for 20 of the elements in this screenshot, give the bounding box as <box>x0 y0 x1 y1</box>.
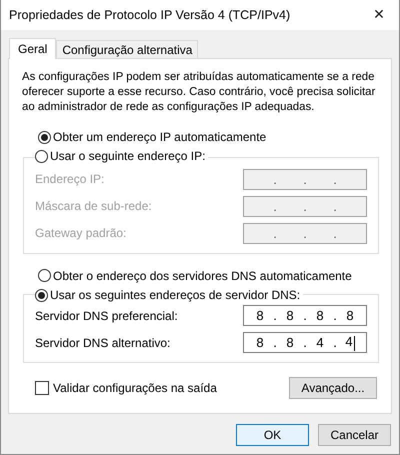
tab[interactable]: Geral <box>9 38 56 59</box>
description-text: As configurações IP podem ser atribuídas automaticamente se a rede oferecer suporte a esse recurso. Caso contrário, você precisa solicitar ao administrador de rede as configurações IP adequadas. <box>22 70 376 115</box>
advanced-button[interactable]: Avançado... <box>289 377 377 399</box>
ok-button[interactable]: OK <box>236 424 309 446</box>
ip-address-field[interactable]: 8 . 8 . 8 . 8 <box>243 305 367 326</box>
field-label: Gateway padrão: <box>35 226 126 240</box>
checkbox[interactable]: Validar configurações na saída <box>35 381 217 395</box>
radio-button[interactable]: Usar os seguintes endereços de servidor DNS: <box>35 288 300 302</box>
ip-address-field[interactable]: 8 . 8 . 4 . 4 <box>243 332 367 353</box>
field-label: Servidor DNS preferencial: <box>35 308 178 322</box>
radio-button[interactable]: Usar o seguinte endereço IP: <box>35 149 206 163</box>
radio-button[interactable]: Obter um endereço IP automaticamente <box>38 129 378 145</box>
radio-button[interactable]: Obter o endereço dos servidores DNS automaticamente <box>38 268 378 284</box>
field-label: Endereço IP: <box>35 172 104 186</box>
tab[interactable]: Configuração alternativa <box>56 40 198 58</box>
field-label: Máscara de sub-rede: <box>35 199 152 213</box>
close-button[interactable]: ✕ <box>363 0 395 30</box>
cancel-button[interactable]: Cancelar <box>318 424 391 446</box>
window-title: Propriedades de Protocolo IP Versão 4 (TCP/IPv4) <box>9 8 290 22</box>
field-label: Servidor DNS alternativo: <box>35 336 170 350</box>
